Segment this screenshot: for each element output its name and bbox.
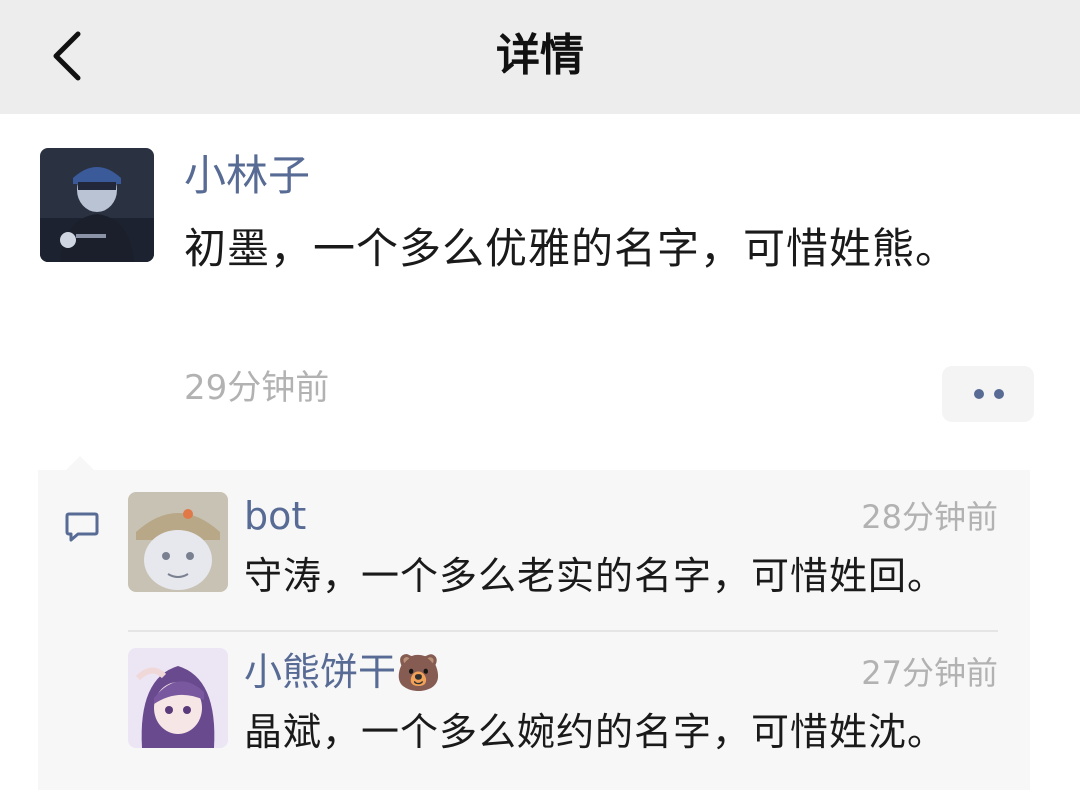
comment-item[interactable]: bot 28分钟前 守涛，一个多么老实的名字，可惜姓回。 <box>38 470 1030 632</box>
comments-section: bot 28分钟前 守涛，一个多么老实的名字，可惜姓回。 小熊饼干🐻 27分钟前… <box>38 456 1030 790</box>
comment-timestamp: 28分钟前 <box>861 498 998 536</box>
comment-item[interactable]: 小熊饼干🐻 27分钟前 晶斌，一个多么婉约的名字，可惜姓沈。 <box>38 626 1030 776</box>
post-timestamp: 29分钟前 <box>184 368 330 408</box>
post-author-name[interactable]: 小林子 <box>184 148 310 204</box>
commenter-name[interactable]: bot <box>244 490 306 542</box>
page-title: 详情 <box>496 30 584 81</box>
comment-timestamp: 27分钟前 <box>861 654 998 692</box>
more-dots-icon <box>974 389 984 399</box>
commenter-name[interactable]: 小熊饼干🐻 <box>244 646 441 700</box>
commenter-avatar[interactable] <box>128 492 228 592</box>
author-avatar[interactable] <box>40 148 154 262</box>
commenter-name-text: 小熊饼干 <box>244 650 397 694</box>
more-actions-button[interactable] <box>942 366 1034 422</box>
commenter-avatar[interactable] <box>128 648 228 748</box>
comment-text: 守涛，一个多么老实的名字，可惜姓回。 <box>244 554 947 598</box>
bear-emoji-icon: 🐻 <box>396 653 441 694</box>
comment-text: 晶斌，一个多么婉约的名字，可惜姓沈。 <box>244 710 947 754</box>
nav-bar: 详情 <box>0 0 1080 114</box>
more-dot <box>994 389 1004 399</box>
post-content: 初墨，一个多么优雅的名字，可惜姓熊。 <box>184 224 959 273</box>
moment-post: 小林子 初墨，一个多么优雅的名字，可惜姓熊。 29分钟前 bot 28分钟前 守… <box>0 114 1080 800</box>
